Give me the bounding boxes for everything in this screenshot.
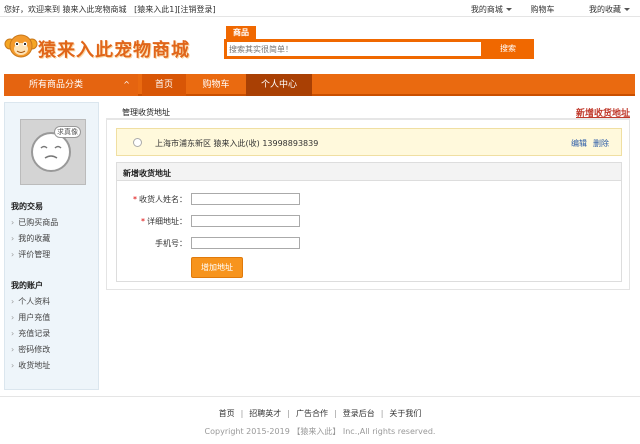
close-bracket: ] xyxy=(212,5,216,14)
address-field[interactable] xyxy=(191,215,300,227)
avatar[interactable]: 求真像 xyxy=(20,119,86,185)
chevron-down-icon xyxy=(624,8,630,11)
required-mark: * xyxy=(141,217,145,226)
username-link[interactable]: [猿来入此1][ xyxy=(134,5,180,14)
footer-divider xyxy=(0,396,640,397)
welcome-text: 您好，欢迎来到 猿来入此宠物商城 xyxy=(4,5,127,14)
footer-link-home[interactable]: 首页 xyxy=(219,409,235,418)
phone-label: 手机号： xyxy=(155,239,187,248)
nav-all-categories-label: 所有商品分类 xyxy=(28,80,83,90)
face-icon xyxy=(40,145,62,159)
search-button[interactable]: 搜索 xyxy=(483,39,533,59)
main-content: 上海市浦东新区 猿来入此(收) 13998893839 编辑 删除 新增收货地址… xyxy=(106,120,630,290)
name-label-text: 收货人姓名： xyxy=(139,195,187,204)
favorites-menu[interactable]: 我的收藏 xyxy=(573,5,630,14)
chevron-down-icon xyxy=(505,8,512,11)
user-sidebar: 求真像 我的交易 已购买商品 我的收藏 评价管理 我的账户 个人资料 用户充值 … xyxy=(4,102,99,390)
add-address-button[interactable]: 增加地址 xyxy=(191,257,243,278)
sidebar-item-recharge-history[interactable]: 充值记录 xyxy=(11,328,50,339)
search-input[interactable] xyxy=(227,42,481,56)
footer-link-ads[interactable]: 广告合作 xyxy=(296,409,328,418)
logout-link[interactable]: 注销登录 xyxy=(181,5,213,14)
sidebar-item-password[interactable]: 密码修改 xyxy=(11,344,50,355)
footer-link-jobs[interactable]: 招聘英才 xyxy=(249,409,281,418)
nav-home[interactable]: 首页 xyxy=(142,74,186,96)
phone-field[interactable] xyxy=(191,237,300,249)
sidebar-item-reviews[interactable]: 评价管理 xyxy=(11,249,50,260)
footer-links: 首页 | 招聘英才 | 广告合作 | 登录后台 | 关于我们 xyxy=(0,408,640,419)
monkey-mascot-icon xyxy=(4,34,38,58)
footer-separator: | xyxy=(240,409,244,418)
page-title: 管理收货地址 xyxy=(122,108,170,117)
footer-separator: | xyxy=(287,409,290,418)
address-label-text: 详细地址： xyxy=(147,217,187,226)
top-bar: 您好，欢迎来到 猿来入此宠物商城 [猿来入此1][注销登录] 我的商城 购物车 … xyxy=(0,0,640,17)
address-radio[interactable] xyxy=(133,138,142,147)
top-right-menu: 我的商城 购物车 我的收藏 xyxy=(439,4,630,15)
sidebar-item-address[interactable]: 收货地址 xyxy=(11,360,50,371)
trade-section-title: 我的交易 xyxy=(11,202,43,211)
edit-address-link[interactable]: 编辑 xyxy=(571,138,587,149)
form-title: 新增收货地址 xyxy=(123,169,171,178)
sidebar-item-profile[interactable]: 个人资料 xyxy=(11,296,50,307)
main-nav: 所有商品分类 ^ 首页 购物车 个人中心 xyxy=(4,74,635,96)
footer-link-about[interactable]: 关于我们 xyxy=(389,409,421,418)
nav-cart[interactable]: 购物车 xyxy=(186,74,246,96)
name-field[interactable] xyxy=(191,193,300,205)
main-header: 管理收货地址 新增收货地址 xyxy=(106,104,630,120)
form-header: 新增收货地址 xyxy=(117,163,621,181)
sidebar-item-recharge[interactable]: 用户充值 xyxy=(11,312,50,323)
address-card: 上海市浦东新区 猿来入此(收) 13998893839 编辑 删除 xyxy=(116,128,622,156)
name-label: * 收货人姓名： xyxy=(117,194,187,205)
add-address-link[interactable]: 新增收货地址 xyxy=(576,106,630,119)
site-logo[interactable]: 猿来入此宠物商城 xyxy=(4,28,204,64)
required-mark: * xyxy=(133,195,137,204)
logo-text: 猿来入此宠物商城 xyxy=(38,40,190,61)
nav-all-categories[interactable]: 所有商品分类 ^ xyxy=(4,74,138,96)
search-box: 搜索 xyxy=(224,39,534,59)
copyright: Copyright 2015-2019 【猿来入此】 Inc.,All righ… xyxy=(204,427,436,436)
my-mall-menu[interactable]: 我的商城 xyxy=(455,5,512,14)
address-label: * 详细地址： xyxy=(117,216,187,227)
address-text: 上海市浦东新区 猿来入此(收) 13998893839 xyxy=(155,139,319,148)
footer-link-admin[interactable]: 登录后台 xyxy=(343,409,375,418)
sidebar-item-favorites[interactable]: 我的收藏 xyxy=(11,233,50,244)
favorites-label: 我的收藏 xyxy=(589,5,621,14)
nav-user-center[interactable]: 个人中心 xyxy=(246,74,312,96)
top-cart-link[interactable]: 购物车 xyxy=(530,5,554,14)
sidebar-item-purchased[interactable]: 已购买商品 xyxy=(11,217,58,228)
welcome-area: 您好，欢迎来到 猿来入此宠物商城 [猿来入此1][注销登录] xyxy=(4,4,216,15)
delete-address-link[interactable]: 删除 xyxy=(593,138,609,149)
avatar-face-icon xyxy=(31,132,71,172)
footer-separator: | xyxy=(380,409,384,418)
my-mall-label: 我的商城 xyxy=(470,5,503,14)
new-address-form: 新增收货地址 * 收货人姓名： * 详细地址： 手机号： 增加地址 xyxy=(116,162,622,282)
chevron-up-icon: ^ xyxy=(123,80,130,89)
avatar-tag: 求真像 xyxy=(54,126,81,138)
footer-separator: | xyxy=(334,409,337,418)
account-section-title: 我的账户 xyxy=(11,281,43,290)
search-category-tab[interactable]: 商品 xyxy=(226,26,256,39)
